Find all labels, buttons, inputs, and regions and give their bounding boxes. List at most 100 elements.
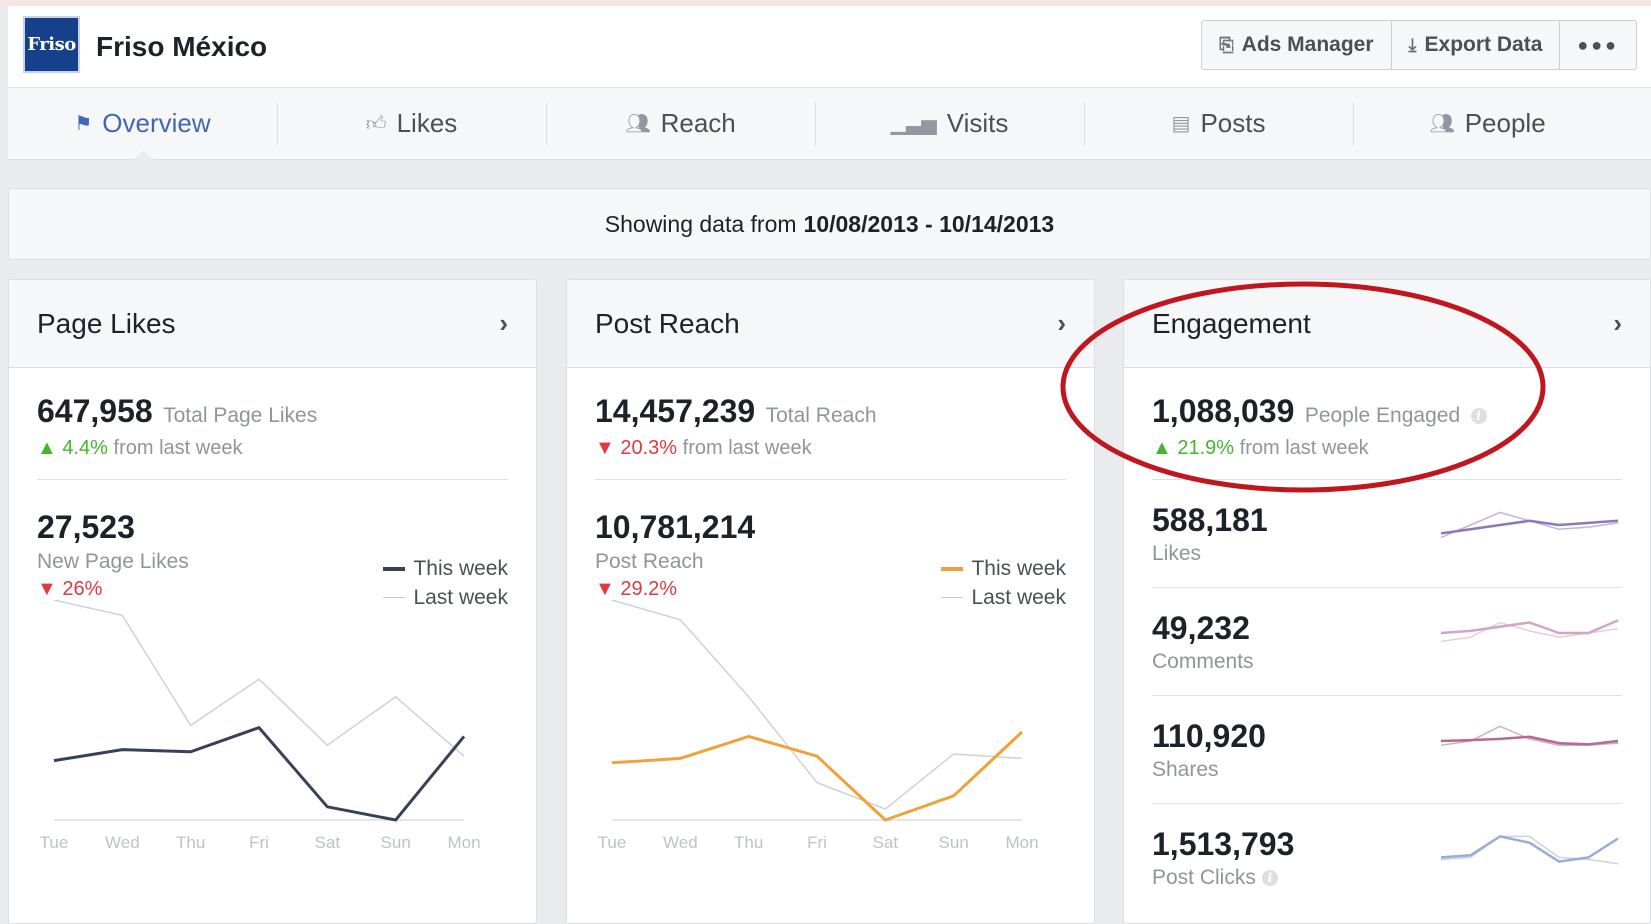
change-percent: 20.3% (620, 437, 678, 459)
date-range-value[interactable]: 10/08/2013 - 10/14/2013 (804, 211, 1055, 238)
x-tick-label: Mon (1005, 833, 1038, 852)
post-reach-card: Post Reach › 14,457,239 Total Reach ▼ 20… (566, 279, 1095, 924)
down-arrow-icon: ▼ (595, 437, 615, 459)
page-header: Friso Friso México ⎘ Ads Manager ⤓ Expor… (8, 6, 1651, 88)
download-icon: ⤓ (1408, 34, 1417, 55)
up-arrow-icon: ▲ (37, 437, 57, 459)
x-tick-label: Mon (447, 833, 480, 852)
engagement-header[interactable]: Engagement › (1124, 280, 1650, 368)
sparkline-last-week (1440, 511, 1619, 539)
posts-icon: ▤ (1171, 113, 1191, 135)
post-reach-label: Post Reach (595, 550, 704, 573)
page-title[interactable]: Friso México (96, 31, 267, 63)
people-engaged: 1,088,039 People Engaged i (1152, 393, 1487, 430)
chevron-right-icon[interactable]: › (1613, 308, 1622, 339)
new-page-likes-value: 27,523 (37, 509, 135, 545)
page-logo[interactable]: Friso (23, 16, 80, 73)
x-tick-label: Sun (381, 833, 411, 852)
people-engaged-label: People Engaged (1304, 404, 1461, 427)
this-week-line (611, 730, 1024, 822)
chevron-right-icon[interactable]: › (1057, 308, 1066, 339)
total-reach-label: Total Reach (765, 404, 877, 427)
change-percent: 21.9% (1177, 437, 1235, 459)
page-likes-card: Page Likes › 647,958 Total Page Likes ▲ … (8, 279, 537, 924)
legend-label: This week (971, 556, 1066, 580)
post-reach-chart: Tue Wed Thu Fri Sat Sun Mon (598, 600, 1039, 852)
divider (595, 479, 1066, 480)
engagement-change: ▲ 21.9% from last week (1152, 437, 1369, 460)
tab-likes[interactable]: 👍︎ Likes (277, 88, 546, 159)
engagement-row-likes[interactable]: 588,181 Likes (1152, 479, 1622, 587)
metric-label-text: Post Clicks (1152, 866, 1256, 889)
x-tick-label: Tue (40, 833, 69, 852)
down-arrow-icon: ▼ (595, 578, 615, 600)
total-reach-value: 14,457,239 (595, 393, 756, 429)
insights-tabs: ⚑ Overview 👍︎ Likes 👥︎ Reach ▁▃▅ Visits … (8, 88, 1651, 160)
tab-label: Overview (102, 108, 211, 138)
tab-posts[interactable]: ▤ Posts (1084, 88, 1353, 159)
engagement-card: Engagement › 1,088,039 People Engaged i … (1123, 279, 1651, 924)
sparkline-last-week (1440, 835, 1619, 865)
tab-overview[interactable]: ⚑ Overview (8, 88, 277, 160)
page-likes-header[interactable]: Page Likes › (9, 280, 536, 368)
x-tick-label: Wed (663, 833, 698, 852)
ads-manager-button[interactable]: ⎘ Ads Manager (1202, 21, 1392, 69)
flag-icon: ⚑ (74, 113, 93, 135)
info-icon[interactable]: i (1470, 408, 1487, 424)
shares-sparkline (1440, 725, 1619, 746)
tab-visits[interactable]: ▁▃▅ Visits (815, 88, 1084, 159)
post-reach-header[interactable]: Post Reach › (567, 280, 1094, 368)
card-title: Post Reach (595, 307, 740, 339)
last-week-line (611, 600, 1023, 810)
change-text: from last week (682, 437, 812, 459)
tab-label: Visits (946, 108, 1009, 138)
engagement-row-comments[interactable]: 49,232 Comments (1152, 587, 1622, 695)
metric-value: 110,920 (1152, 718, 1266, 754)
engagement-row-post-clicks[interactable]: 1,513,793 Post Clicks i (1152, 803, 1622, 911)
export-data-label: Export Data (1424, 33, 1543, 56)
date-range-prefix: Showing data from (604, 210, 797, 237)
metric-value: 588,181 (1152, 502, 1268, 538)
x-tick-label: Sat (315, 833, 341, 852)
tab-people[interactable]: 👥︎ People (1353, 88, 1622, 159)
x-tick-label: Sun (939, 833, 969, 852)
change-percent: 4.4% (62, 437, 108, 459)
people-icon: 👥︎ (625, 113, 651, 135)
new-page-likes-change: ▼ 26% (37, 578, 102, 601)
total-page-likes-value: 647,958 (37, 393, 153, 429)
date-range-bar: Showing data from 10/08/2013 - 10/14/201… (8, 188, 1651, 260)
change-percent: 26% (62, 578, 103, 600)
metric-value: 1,513,793 (1152, 826, 1295, 862)
comments-sparkline (1440, 619, 1619, 643)
this-week-line (53, 725, 466, 822)
sparkline-this-week (1440, 735, 1619, 746)
post-clicks-sparkline (1440, 835, 1619, 865)
x-tick-label: Thu (734, 833, 763, 852)
bar-chart-icon: ▁▃▅ (890, 113, 937, 135)
x-tick-label: Sat (873, 833, 899, 852)
tab-reach[interactable]: 👥︎ Reach (546, 88, 815, 159)
tab-label: Likes (396, 108, 458, 138)
card-title: Page Likes (37, 307, 176, 339)
more-options-button[interactable]: ●●● (1560, 21, 1636, 69)
tab-label: Posts (1200, 108, 1266, 138)
metric-label: Post Clicks i (1152, 866, 1278, 890)
divider (37, 479, 508, 480)
ads-manager-icon: ⎘ (1219, 34, 1234, 55)
tab-label: Reach (660, 108, 736, 138)
engagement-row-shares[interactable]: 110,920 Shares (1152, 695, 1622, 803)
legend-label: This week (413, 556, 508, 580)
info-icon[interactable]: i (1261, 870, 1278, 886)
legend-this-week: This week (383, 554, 508, 583)
header-actions: ⎘ Ads Manager ⤓ Export Data ●●● (1201, 20, 1637, 70)
legend-this-week: This week (941, 554, 1066, 583)
x-tick-label: Fri (249, 833, 269, 852)
down-arrow-icon: ▼ (37, 578, 57, 600)
up-arrow-icon: ▲ (1152, 437, 1172, 459)
tab-label: People (1464, 108, 1546, 138)
metric-label: Shares (1152, 758, 1219, 781)
x-tick-label: Thu (176, 833, 205, 852)
chevron-right-icon[interactable]: › (499, 308, 508, 339)
export-data-button[interactable]: ⤓ Export Data (1392, 21, 1561, 69)
x-tick-label: Wed (105, 833, 140, 852)
